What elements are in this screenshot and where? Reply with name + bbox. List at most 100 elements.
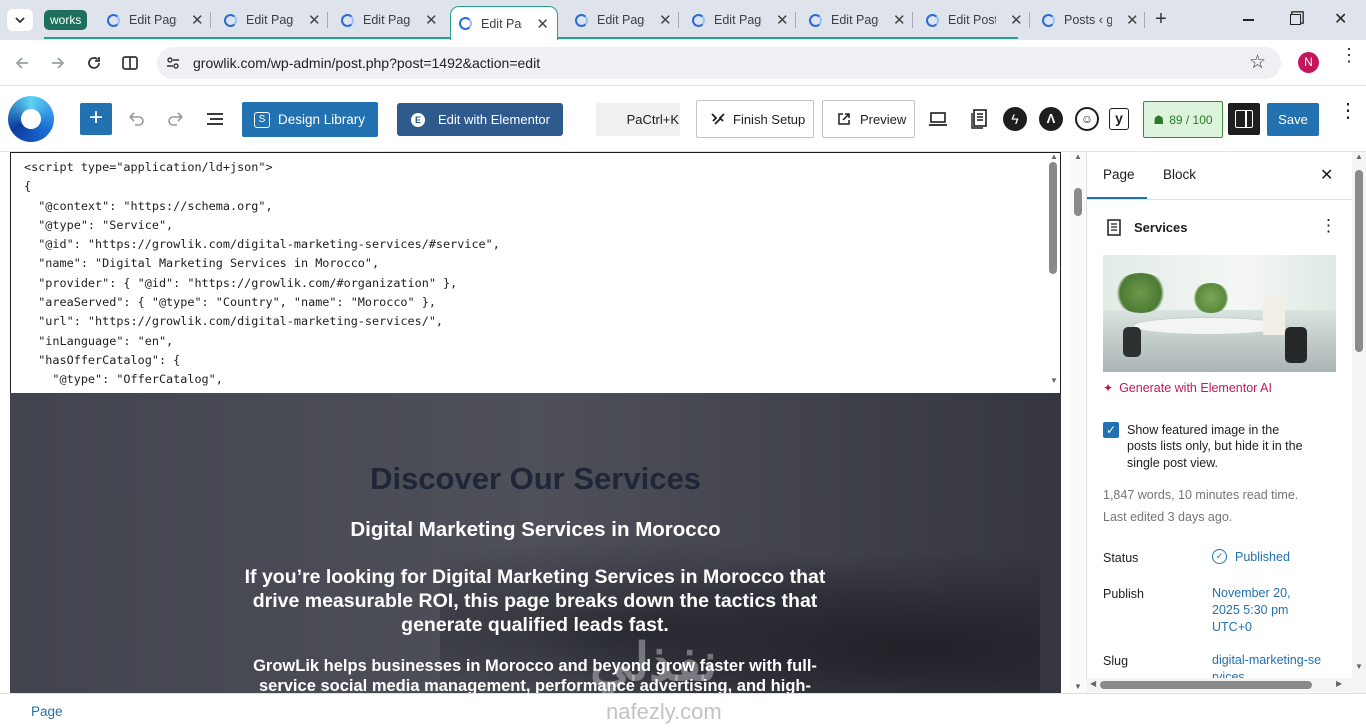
omnibox[interactable]: growlik.com/wp-admin/post.php?post=1492&… [157, 47, 1281, 79]
seo-score-badge[interactable]: ☗ 89 / 100 [1143, 101, 1223, 138]
forward-arrow-icon[interactable] [50, 55, 66, 71]
code-editor-text[interactable]: <script type="application/ld+json"> { "@… [11, 153, 1060, 390]
tab-search-button[interactable] [7, 9, 33, 31]
options-menu-icon[interactable]: ⋮ [1338, 101, 1358, 121]
document-overview-icon[interactable] [205, 109, 225, 129]
tab-block[interactable]: Block [1163, 167, 1196, 182]
ai-assistant-icon[interactable]: ☺ [1075, 107, 1099, 131]
browser-tab[interactable]: Edit Page✕ [107, 8, 204, 32]
save-button[interactable]: Save [1267, 103, 1319, 136]
reload-icon[interactable] [86, 55, 102, 71]
external-link-icon [838, 113, 850, 125]
sidebar-horizontal-scrollbar[interactable]: ◀ ▶ [1086, 678, 1352, 692]
new-tab-button[interactable]: + [1151, 8, 1171, 32]
library-icon: S [254, 111, 270, 128]
featured-image-checkbox-label[interactable]: Show featured image in the posts lists o… [1127, 422, 1307, 471]
browser-tab[interactable]: Edit Page✕ [341, 8, 438, 32]
site-favicon-icon [692, 13, 705, 27]
site-favicon-icon [107, 13, 120, 27]
hero-lead-text: If you’re looking for Digital Marketing … [244, 566, 826, 636]
featured-image[interactable] [1103, 255, 1336, 372]
code-scrollbar[interactable]: ▲ ▼ [1047, 152, 1059, 392]
document-icon[interactable] [970, 108, 990, 130]
command-palette-button[interactable]: PaCtrl+K [596, 103, 680, 136]
design-library-button[interactable]: S Design Library [242, 102, 378, 137]
site-info-icon[interactable] [166, 56, 180, 70]
html-code-block[interactable]: <script type="application/ld+json"> { "@… [10, 152, 1061, 393]
hero-section[interactable]: Discover Our Services Digital Marketing … [10, 393, 1061, 693]
chevron-down-icon [15, 17, 25, 24]
status-value[interactable]: ✓ Published [1212, 549, 1290, 564]
watermark-latin: nafezly.com [606, 699, 722, 724]
editor-scrollbar[interactable]: ▲ ▼ [1071, 152, 1085, 693]
close-tab-icon[interactable]: ✕ [536, 15, 549, 33]
close-tab-icon[interactable]: ✕ [659, 11, 672, 29]
breadcrumb-page[interactable]: Page [31, 704, 63, 719]
browser-address-bar: growlik.com/wp-admin/post.php?post=1492&… [0, 40, 1366, 86]
word-count-stats: 1,847 words, 10 minutes read time. [1103, 488, 1299, 502]
settings-sidebar: Page Block ✕ Services ⋮ ✦ Generate with … [1086, 152, 1352, 693]
elementor-icon: E [411, 112, 425, 127]
undo-icon[interactable] [126, 109, 146, 129]
edit-with-elementor-button[interactable]: E Edit with Elementor [397, 103, 563, 136]
page-options-icon[interactable]: ⋮ [1320, 217, 1337, 234]
browser-tab[interactable]: Posts ‹ g ✕ [1042, 8, 1139, 32]
profile-avatar[interactable]: N [1298, 52, 1319, 73]
settings-sidebar-toggle[interactable] [1228, 103, 1260, 135]
chart-trend-icon: ☗ [1153, 112, 1165, 127]
code-scroll-thumb[interactable] [1049, 162, 1057, 274]
close-tab-icon[interactable]: ✕ [191, 11, 204, 29]
browser-tab[interactable]: Edit Page✕ [809, 8, 906, 32]
generate-ai-link[interactable]: ✦ Generate with Elementor AI [1103, 381, 1272, 395]
editor-scroll-thumb[interactable] [1074, 188, 1082, 216]
preview-button[interactable]: Preview [822, 100, 915, 138]
tab-group-chip[interactable]: works [44, 10, 88, 30]
sidebar-vertical-scrollbar[interactable]: ▲ ▼ [1352, 152, 1366, 693]
close-sidebar-icon[interactable]: ✕ [1320, 165, 1333, 185]
site-favicon-icon [926, 13, 939, 27]
close-tab-icon[interactable]: ✕ [1010, 11, 1023, 29]
site-favicon-icon [341, 13, 354, 27]
site-favicon-icon [575, 13, 588, 27]
url-text[interactable]: growlik.com/wp-admin/post.php?post=1492&… [193, 55, 540, 71]
sidebar-hscroll-thumb[interactable] [1100, 681, 1312, 689]
publish-date[interactable]: November 20, 2025 5:30 pm UTC+0 [1212, 585, 1312, 636]
page-icon [1107, 219, 1121, 236]
sidebar-scroll-thumb[interactable] [1355, 170, 1363, 352]
tab-page[interactable]: Page [1103, 167, 1135, 182]
featured-image-checkbox[interactable]: ✓ [1103, 422, 1119, 438]
close-tab-icon[interactable]: ✕ [425, 11, 438, 29]
finish-setup-button[interactable]: Finish Setup [696, 100, 814, 138]
yoast-icon[interactable]: y [1109, 108, 1129, 130]
restore-button[interactable] [1290, 14, 1301, 25]
browser-tab-active[interactable]: Edit Page✕ [450, 6, 558, 40]
bolt-plugin-icon[interactable]: ϟ [1003, 107, 1027, 131]
hero-subheading: Digital Marketing Services in Morocco [350, 518, 721, 541]
sparkle-icon: ✦ [1103, 381, 1114, 395]
browser-tab[interactable]: Edit Post ✕ [926, 8, 1023, 32]
device-preview-icon[interactable] [928, 110, 948, 128]
bookmark-star-icon[interactable]: ☆ [1249, 51, 1266, 74]
minimize-button[interactable] [1243, 19, 1254, 21]
close-tab-icon[interactable]: ✕ [776, 11, 789, 29]
last-edited: Last edited 3 days ago. [1103, 510, 1233, 524]
browser-tab[interactable]: Edit Page✕ [224, 8, 321, 32]
back-arrow-icon[interactable] [14, 55, 30, 71]
browser-tab[interactable]: Edit Page✕ [692, 8, 789, 32]
close-tab-icon[interactable]: ✕ [1126, 11, 1139, 29]
slug-label: Slug [1103, 654, 1129, 668]
page-title: Services [1134, 220, 1188, 235]
redo-icon[interactable] [166, 109, 186, 129]
browser-menu-icon[interactable]: ⋮ [1340, 46, 1358, 64]
hero-body-text: GrowLik helps businesses in Morocco and … [253, 657, 817, 693]
astra-plugin-icon[interactable]: Λ [1039, 107, 1063, 131]
browser-tab-bar: works Edit Page✕ Edit Page✕ Edit Page✕ E… [0, 0, 1366, 40]
add-block-button[interactable]: + [80, 103, 112, 135]
close-tab-icon[interactable]: ✕ [308, 11, 321, 29]
browser-tab[interactable]: Edit Page✕ [575, 8, 672, 32]
editor-toolbar: + S Design Library E Edit with Elementor… [0, 86, 1366, 152]
close-window-button[interactable]: ✕ [1334, 9, 1347, 29]
split-view-icon[interactable] [121, 54, 139, 72]
site-logo-icon[interactable] [8, 96, 54, 142]
close-tab-icon[interactable]: ✕ [893, 11, 906, 29]
